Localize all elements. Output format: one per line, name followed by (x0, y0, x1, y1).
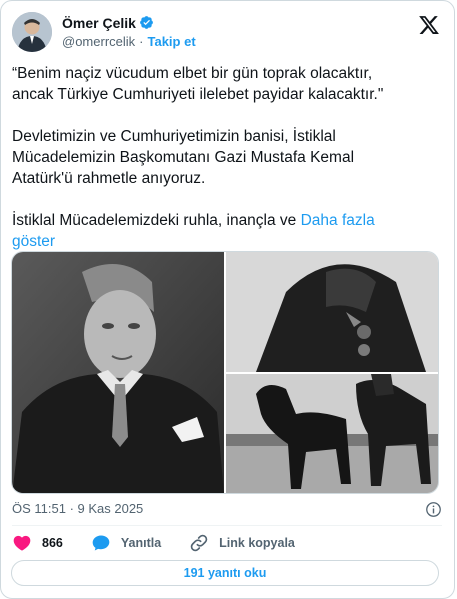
divider (12, 525, 442, 526)
reply-label: Yanıtla (120, 536, 162, 550)
action-bar: 866 Yanıtla Link kopyala (12, 532, 323, 554)
tweet-meta: ÖS 11:51 · 9 Kas 2025 (12, 501, 442, 519)
tweet-header: Ömer Çelik @omerrcelik · Takip et (12, 10, 442, 54)
author-handle[interactable]: @omerrcelik (62, 34, 135, 49)
photo-uniform[interactable] (226, 252, 438, 372)
like-count: 866 (42, 536, 63, 550)
read-replies-label: 191 yanıtı oku (183, 566, 267, 580)
link-icon (190, 534, 208, 552)
like-button[interactable]: 866 (12, 533, 63, 553)
photo-portrait[interactable] (12, 252, 224, 493)
tweet-text: “Benim naçiz vücudum elbet bir gün topra… (12, 63, 432, 252)
truncated-text: İstiklal Mücadelemizdeki ruhla, inançla … (12, 212, 301, 229)
photo-horses[interactable] (226, 374, 438, 493)
read-replies-button[interactable]: 191 yanıtı oku (11, 560, 439, 586)
tweet-paragraph-2: Devletimizin ve Cumhuriyetimizin banisi,… (12, 128, 355, 187)
tweet-paragraph-1: “Benim naçiz vücudum elbet bir gün topra… (12, 65, 384, 103)
avatar[interactable] (12, 12, 52, 52)
timestamp[interactable]: ÖS 11:51 · 9 Kas 2025 (12, 501, 143, 516)
author-names: Ömer Çelik @omerrcelik · Takip et (62, 14, 196, 50)
reply-bubble-icon (92, 535, 110, 551)
tweet-paragraph-3: İstiklal Mücadelemizdeki ruhla, inançla … (12, 210, 432, 252)
copy-link-button[interactable]: Link kopyala (189, 533, 295, 553)
media-grid (11, 251, 439, 494)
info-icon[interactable] (425, 501, 442, 518)
heart-icon (13, 535, 31, 551)
separator-dot: · (139, 34, 144, 49)
tweet-card: Ömer Çelik @omerrcelik · Takip et “Benim… (0, 0, 455, 599)
copy-link-label: Link kopyala (219, 536, 295, 550)
x-logo-icon[interactable] (418, 14, 440, 36)
verified-badge-icon (139, 15, 154, 30)
follow-button[interactable]: Takip et (148, 34, 196, 49)
author-display-name[interactable]: Ömer Çelik (62, 15, 136, 31)
reply-button[interactable]: Yanıtla (91, 533, 161, 553)
